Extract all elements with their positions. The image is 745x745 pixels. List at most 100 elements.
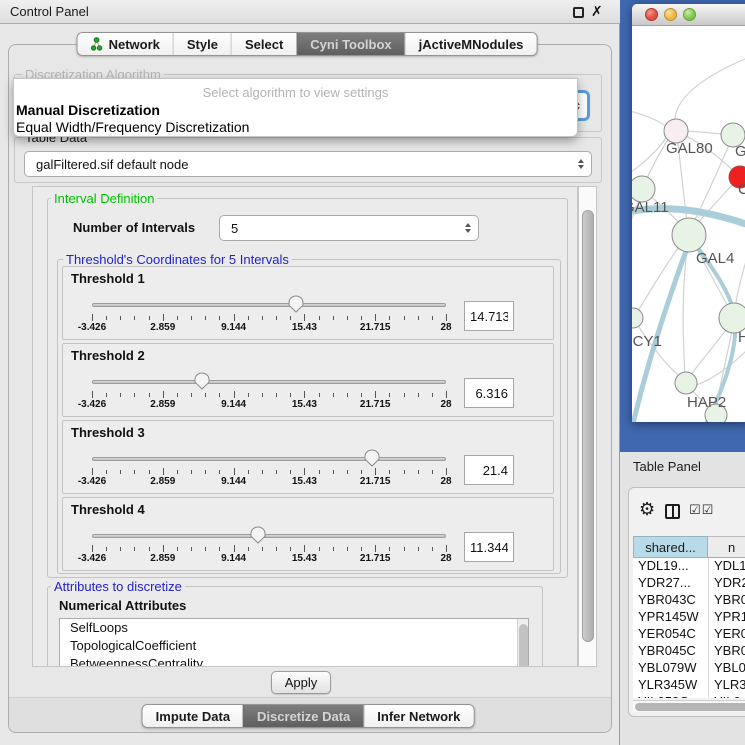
table-data-combobox[interactable]: galFiltered.sif default node: [24, 151, 592, 177]
dropdown-placeholder-option[interactable]: Select algorithm to view settings: [14, 85, 577, 100]
slider-thumb[interactable]: [364, 449, 380, 467]
list-item-topologicalcoefficient[interactable]: TopologicalCoefficient: [60, 637, 528, 655]
tab-discretize-data[interactable]: Discretize Data: [243, 705, 363, 727]
slider-thumb[interactable]: [194, 372, 210, 390]
network-edge-thick[interactable]: [632, 240, 690, 422]
network-node-gcy1[interactable]: [632, 308, 643, 328]
tick-mark: [106, 547, 107, 551]
tick-mark: [205, 393, 206, 397]
tab-cyni-toolbox[interactable]: Cyni Toolbox: [296, 33, 404, 55]
tick-mark: [163, 314, 164, 321]
tick-mark: [304, 468, 305, 475]
settings-scrollbar-thumb[interactable]: [582, 210, 594, 642]
cell-shared-name: YER054C: [638, 626, 696, 641]
threshold-value-field[interactable]: [464, 455, 514, 485]
cell-shared-name: YBR045C: [638, 643, 696, 658]
tick-mark: [347, 470, 348, 474]
network-edge[interactable]: [696, 350, 745, 385]
tick-mark: [234, 545, 235, 552]
node-label-gal4: GAL4: [696, 250, 734, 267]
tick-mark: [333, 393, 334, 397]
network-edge[interactable]: [735, 258, 745, 310]
close-icon[interactable]: ✗: [591, 3, 603, 20]
column-selector-icon[interactable]: [665, 504, 680, 519]
tick-mark: [234, 314, 235, 321]
threshold-value-field[interactable]: [464, 301, 514, 331]
tick-mark: [304, 545, 305, 552]
slider-track[interactable]: [92, 303, 446, 307]
network-node-hap2[interactable]: [675, 372, 697, 394]
numerical-attributes-label: Numerical Attributes: [59, 598, 186, 613]
table-row[interactable]: YLR345WYLR3: [633, 677, 745, 694]
table-row[interactable]: YDL19...YDL1: [633, 558, 745, 575]
dropdown-option-manual-discretization[interactable]: Manual Discretization: [16, 102, 160, 118]
number-of-intervals-combobox[interactable]: 5: [219, 215, 479, 241]
threshold-value-field[interactable]: [464, 378, 514, 408]
apply-button[interactable]: Apply: [271, 671, 331, 694]
tick-mark: [446, 468, 447, 475]
table-header-shared-name[interactable]: shared...: [633, 536, 708, 558]
horizontal-scrollbar[interactable]: [633, 700, 745, 712]
network-edge[interactable]: [675, 58, 745, 125]
list-item-betweennesscentrality[interactable]: BetweennessCentrality: [60, 655, 528, 667]
tab-network[interactable]: Network: [78, 33, 173, 55]
gear-icon[interactable]: ⚙: [639, 499, 655, 520]
thresholds-group-title: Threshold's Coordinates for 5 Intervals: [63, 252, 292, 267]
tick-mark: [191, 470, 192, 474]
table-row[interactable]: YBL079WYBL0: [633, 660, 745, 677]
table-row[interactable]: YBR045CYBR0: [633, 643, 745, 660]
tab-style[interactable]: Style: [173, 33, 231, 55]
table-panel-title: Table Panel: [633, 459, 701, 474]
table-row[interactable]: YER054CYER0: [633, 626, 745, 643]
network-canvas[interactable]: GAL80GACGAL11GAL4GCY1HAHAP2: [632, 26, 745, 422]
tick-label: 21.715: [345, 553, 405, 564]
tab-infer-network[interactable]: Infer Network: [363, 705, 473, 727]
table-row[interactable]: YDR27...YDR2: [633, 575, 745, 592]
table-row[interactable]: YPR145WYPR1: [633, 609, 745, 626]
tab-impute-data[interactable]: Impute Data: [143, 705, 243, 727]
table-row[interactable]: YBR043CYBR0: [633, 592, 745, 609]
numerical-attributes-list: SelfLoopsTopologicalCoefficientBetweenne…: [59, 618, 529, 667]
threshold-label: Threshold 2: [71, 348, 145, 363]
tick-label: 9.144: [204, 476, 264, 487]
tick-mark: [404, 470, 405, 474]
slider-thumb[interactable]: [288, 295, 304, 313]
zoom-traffic-light-icon[interactable]: [683, 8, 696, 21]
slider-track[interactable]: [92, 534, 446, 538]
float-window-icon[interactable]: [573, 7, 584, 18]
network-edge[interactable]: [632, 108, 668, 128]
tick-label: -3.426: [62, 399, 122, 410]
network-window-titlebar[interactable]: [632, 4, 745, 26]
minimize-traffic-light-icon[interactable]: [664, 8, 677, 21]
network-node-gal4[interactable]: [672, 218, 706, 252]
tick-mark: [319, 393, 320, 397]
tick-mark: [404, 547, 405, 551]
threshold-value-field[interactable]: [464, 532, 514, 562]
tick-label: -3.426: [62, 476, 122, 487]
close-traffic-light-icon[interactable]: [645, 8, 658, 21]
network-edge[interactable]: [690, 326, 729, 376]
tick-mark: [418, 393, 419, 397]
table-data-value: galFiltered.sif default node: [36, 152, 188, 178]
tick-mark: [404, 316, 405, 320]
slider-track[interactable]: [92, 457, 446, 461]
cell-shared-name: YPR145W: [638, 609, 699, 624]
tab-jactivemnodules[interactable]: jActiveMNodules: [405, 33, 537, 55]
slider-track[interactable]: [92, 380, 446, 384]
node-label-hap2: HAP2: [687, 394, 726, 411]
dropdown-option-equal-width-frequency[interactable]: Equal Width/Frequency Discretization: [16, 119, 249, 135]
combo-stepper-icon[interactable]: [578, 159, 584, 169]
checkbox-icons[interactable]: ☑☑: [689, 503, 714, 518]
tick-mark: [375, 314, 376, 321]
tick-mark: [361, 547, 362, 551]
combo-stepper-icon[interactable]: [465, 223, 471, 233]
table-header-name[interactable]: n: [708, 536, 745, 558]
algorithm-dropdown-popup: Select algorithm to view settings Manual…: [13, 78, 578, 137]
list-item-selfloops[interactable]: SelfLoops: [60, 619, 528, 637]
list-scrollbar[interactable]: [517, 619, 528, 667]
table-row[interactable]: YIL052CYIL0: [633, 694, 745, 698]
tick-mark: [333, 547, 334, 551]
threshold-panel-4: Threshold 4-3.4262.8599.14415.4321.71528: [62, 497, 554, 571]
tab-select[interactable]: Select: [231, 33, 296, 55]
slider-thumb[interactable]: [250, 526, 266, 544]
